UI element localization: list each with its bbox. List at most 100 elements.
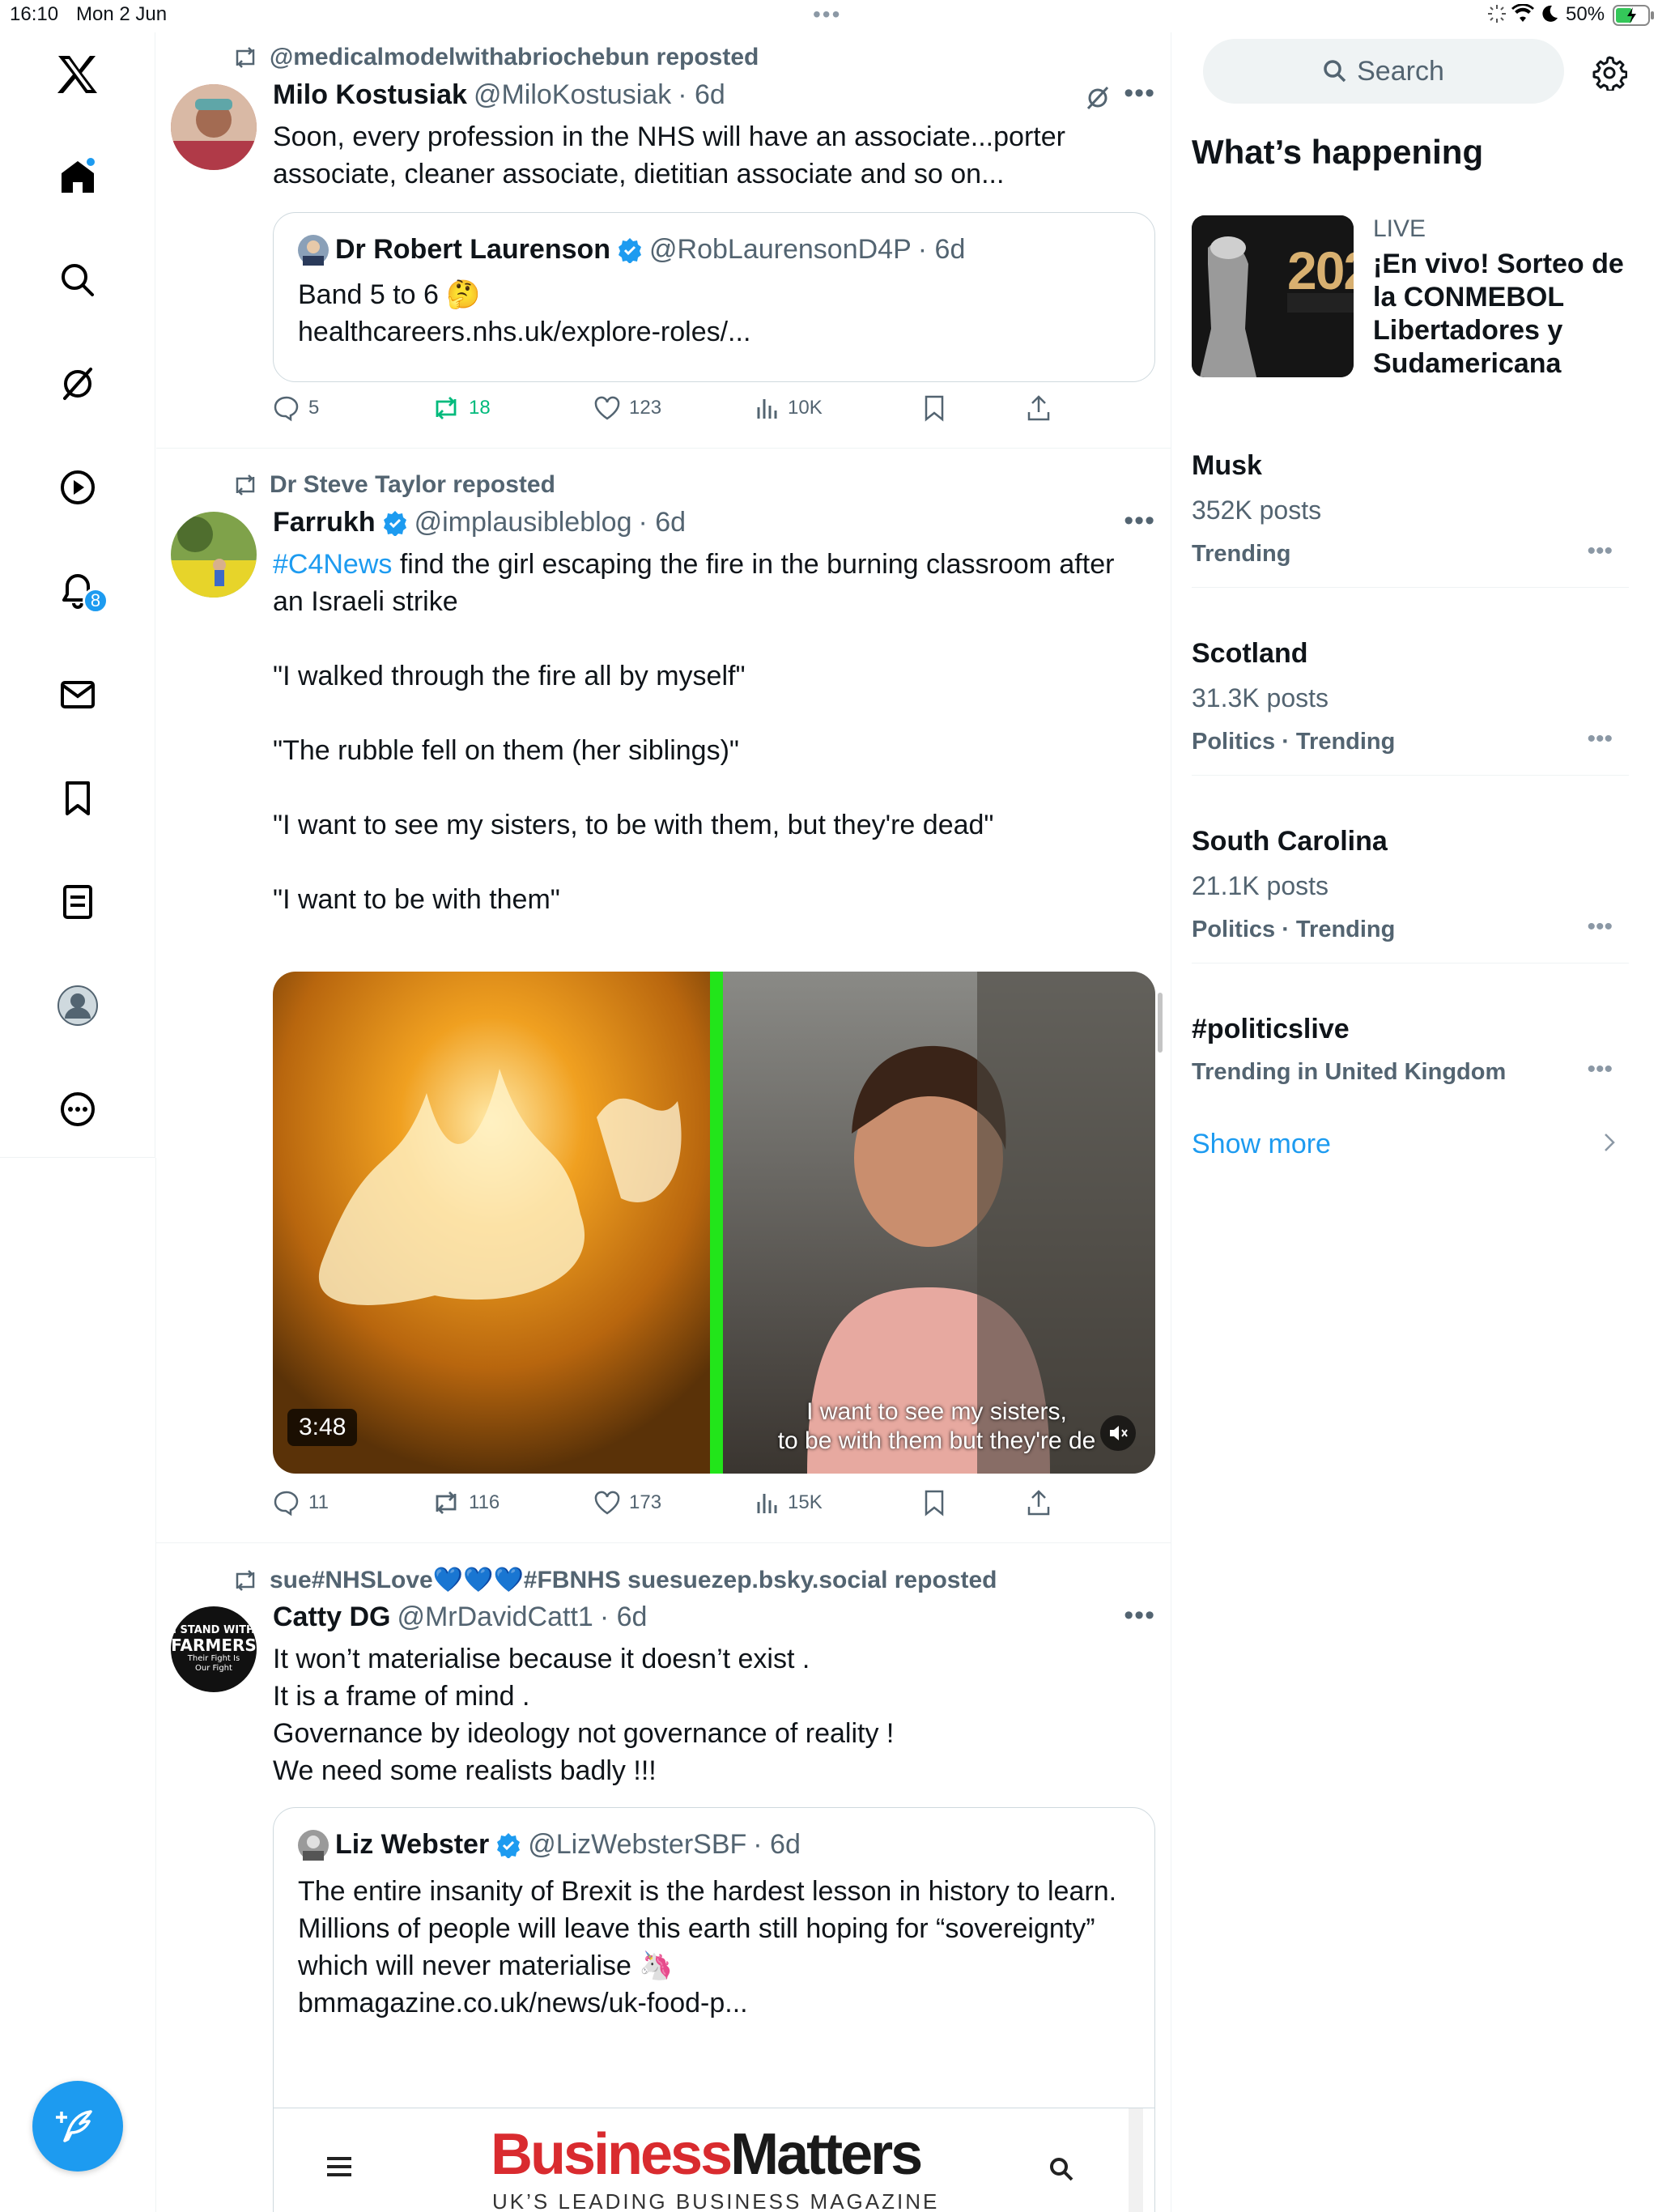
video-duration: 3:48 <box>287 1409 358 1446</box>
share-icon <box>1027 1490 1050 1516</box>
grok-explain-icon[interactable] <box>1084 84 1112 112</box>
search-placeholder: Search <box>1357 55 1444 87</box>
share-button[interactable] <box>1026 392 1052 424</box>
author-name[interactable]: Farrukh <box>273 507 376 538</box>
more-options-icon[interactable]: ••• <box>1124 78 1155 109</box>
reply-button[interactable]: 11 <box>273 1487 329 1519</box>
live-event-card[interactable]: 202 LIVE ¡En vivo! Sorteo de la CONMEBOL… <box>1192 214 1629 408</box>
like-button[interactable]: 173 <box>593 1487 661 1519</box>
quote-line: healthcareers.nhs.uk/explore-roles/... <box>298 317 751 347</box>
author-handle[interactable]: @MiloKostusiak <box>474 79 671 111</box>
compose-button[interactable] <box>32 2081 123 2172</box>
trend-item[interactable]: #politicslive Trending in United Kingdom… <box>1192 963 1629 1117</box>
trend-more-icon[interactable]: ••• <box>1587 725 1613 753</box>
bookmark-icon[interactable] <box>52 772 104 824</box>
hashtag-link[interactable]: #C4News <box>273 549 392 580</box>
more-options-icon[interactable]: ••• <box>1124 1600 1155 1631</box>
post-time[interactable]: · 6d <box>678 79 725 111</box>
avatar-text: Our Fight <box>195 1664 232 1673</box>
bookmark-button[interactable] <box>922 392 946 424</box>
search-icon[interactable] <box>52 254 104 306</box>
play-icon[interactable] <box>52 462 104 513</box>
like-button[interactable]: 123 <box>593 392 661 424</box>
author-name[interactable]: Catty DG <box>273 1602 390 1633</box>
search-icon <box>1324 60 1346 83</box>
post-line: "I want to be with them" <box>273 884 560 915</box>
link-card[interactable]: BusinessMatters UK’S LEADING BUSINESS MA… <box>274 2108 1154 2212</box>
post-time[interactable]: · 6d <box>638 507 686 538</box>
repost-icon <box>236 47 255 68</box>
trend-more-icon[interactable]: ••• <box>1587 1056 1613 1083</box>
reply-button[interactable]: 5 <box>273 392 319 424</box>
author-handle[interactable]: @implausibleblog <box>414 507 632 538</box>
post-line: "I walked through the fire all by myself… <box>273 661 746 691</box>
post-line: It won’t materialise because it doesn’t … <box>273 1644 810 1674</box>
share-button[interactable] <box>1026 1487 1052 1519</box>
author-handle[interactable]: @MrDavidCatt1 <box>397 1602 593 1633</box>
more-options-icon[interactable]: ••• <box>1124 505 1155 537</box>
avatar[interactable] <box>171 84 257 170</box>
post-line <box>273 769 1155 806</box>
brand-word: Business <box>491 2122 733 2187</box>
quote-text: Band 5 to 6 🤔 healthcareers.nhs.uk/explo… <box>298 276 1140 351</box>
card-tagline: UK’S LEADING BUSINESS MAGAZINE <box>492 2189 940 2212</box>
x-logo-icon[interactable] <box>52 49 104 100</box>
post-card[interactable]: @medicalmodelwithabriochebun reposted Mi… <box>156 32 1171 449</box>
repost-icon <box>236 474 255 496</box>
video-caption: I want to see my sisters, to be with the… <box>726 1397 1147 1456</box>
right-sidebar: Search What’s happening 202 LIVE ¡En viv… <box>1172 32 1658 2212</box>
avatar-text: Their Fight Is <box>187 1654 240 1663</box>
title-line: la CONMEBOL <box>1373 282 1565 313</box>
moon-icon <box>1540 4 1559 23</box>
feather-plus-icon <box>56 2110 92 2142</box>
trend-item[interactable]: South Carolina 21.1K posts Politics · Tr… <box>1192 776 1629 963</box>
multitask-dots-icon[interactable]: ••• <box>813 2 841 28</box>
repost-button[interactable]: 18 <box>432 392 491 424</box>
trend-item[interactable]: Musk 352K posts Trending ••• <box>1192 432 1629 588</box>
quote-header: Liz Webster @LizWebsterSBF · 6d <box>298 1829 801 1861</box>
list-icon[interactable] <box>52 876 104 928</box>
post-card[interactable]: Dr Steve Taylor reposted Farrukh @implau… <box>156 449 1171 1543</box>
mute-icon[interactable] <box>1100 1415 1136 1451</box>
trend-posts: 352K posts <box>1192 496 1322 525</box>
quoted-post[interactable]: Dr Robert Laurenson @RobLaurensonD4P · 6… <box>273 212 1155 382</box>
scrollbar-thumb[interactable] <box>1158 993 1163 1053</box>
bookmark-button[interactable] <box>922 1487 946 1519</box>
repost-icon <box>436 397 457 419</box>
video-player[interactable]: 3:48 I want to see my sisters, to be wit… <box>273 972 1155 1474</box>
post-time[interactable]: · 6d <box>600 1602 648 1633</box>
trend-title: Musk <box>1192 450 1262 481</box>
author-name[interactable]: Milo Kostusiak <box>273 79 467 111</box>
more-icon[interactable] <box>52 1083 104 1135</box>
quoted-post[interactable]: Liz Webster @LizWebsterSBF · 6d The enti… <box>273 1807 1155 2212</box>
avatar[interactable] <box>171 512 257 598</box>
card-scrollbar <box>1129 2108 1143 2212</box>
trend-item[interactable]: Scotland 31.3K posts Politics · Trending… <box>1192 588 1629 776</box>
share-icon <box>1027 395 1050 421</box>
show-more-link[interactable]: Show more <box>1192 1125 1629 1174</box>
post-card[interactable]: sue#NHSLove💙💙💙#FBNHS suesuezep.bsky.soci… <box>156 1543 1171 2212</box>
home-icon[interactable] <box>52 151 104 202</box>
sidebar-nav: 8 <box>0 32 155 1158</box>
bookmark-icon <box>925 395 944 422</box>
hamburger-menu-icon <box>325 2155 353 2178</box>
avatar[interactable]: I STAND WITH FARMERS Their Fight Is Our … <box>171 1606 257 1692</box>
bookmark-icon <box>925 1490 944 1516</box>
status-time: 16:10 <box>10 3 59 25</box>
views-button[interactable]: 15K <box>755 1487 823 1519</box>
mail-icon[interactable] <box>52 669 104 721</box>
search-input[interactable]: Search <box>1203 39 1564 104</box>
profile-icon[interactable] <box>52 980 104 1032</box>
battery-icon <box>1613 5 1655 26</box>
show-more-label: Show more <box>1192 1129 1331 1159</box>
quote-author-name: Dr Robert Laurenson <box>335 234 611 265</box>
settings-gear-icon[interactable] <box>1592 55 1627 91</box>
view-count: 15K <box>788 1491 823 1513</box>
thumbnail-text: 202 <box>1287 240 1354 300</box>
grok-icon[interactable] <box>52 358 104 410</box>
trend-meta: Trending <box>1192 541 1291 567</box>
repost-button[interactable]: 116 <box>432 1487 500 1519</box>
trend-more-icon[interactable]: ••• <box>1587 538 1613 565</box>
trend-more-icon[interactable]: ••• <box>1587 913 1613 941</box>
views-button[interactable]: 10K <box>755 392 823 424</box>
